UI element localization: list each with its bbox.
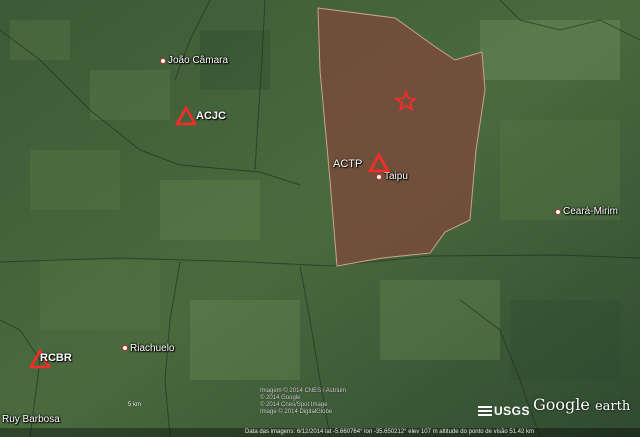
usgs-logo-text: USGS xyxy=(494,404,531,418)
google-earth-logo-word: Google xyxy=(533,395,590,414)
place-label-riachuelo[interactable]: Riachuelo xyxy=(130,343,174,354)
place-label-ceara-mirim[interactable]: Ceará-Mirim xyxy=(563,206,618,217)
station-triangle-icon[interactable] xyxy=(175,106,197,126)
town-marker-joao-camara[interactable] xyxy=(160,58,166,64)
credit-line: © 2014 Google xyxy=(260,395,301,401)
status-bar: Data das imagens: 6/12/2014 lat -5.66076… xyxy=(0,428,640,437)
status-bar-text: Data das imagens: 6/12/2014 lat -5.66076… xyxy=(245,429,534,435)
usgs-waves-icon xyxy=(478,406,492,416)
town-marker-ceara-mirim[interactable] xyxy=(555,209,561,215)
map-view[interactable]: João Câmara Taipu Ceará-Mirim Riachuelo … xyxy=(0,0,640,437)
google-earth-logo-word-earth: earth xyxy=(594,399,631,414)
station-triangle-icon[interactable] xyxy=(368,153,390,173)
station-label-actp[interactable]: ACTP xyxy=(333,158,362,170)
scale-label: 5 km xyxy=(128,402,142,408)
town-marker-taipu[interactable] xyxy=(376,174,382,180)
google-earth-logo: Google earth xyxy=(533,395,630,414)
satellite-imagery xyxy=(0,0,640,437)
imagery-credits: Imagem © 2014 CNES / Astrium © 2014 Goog… xyxy=(260,388,370,416)
place-label-joao-camara[interactable]: João Câmara xyxy=(168,55,228,66)
credit-line: Image © 2014 DigitalGlobe xyxy=(260,409,333,415)
credit-line: Imagem © 2014 CNES / Astrium xyxy=(260,388,347,394)
station-label-acjc[interactable]: ACJC xyxy=(196,110,226,122)
place-label-ruy-barbosa[interactable]: Ruy Barbosa xyxy=(2,414,60,425)
station-label-rcbr[interactable]: RCBR xyxy=(40,352,72,364)
usgs-logo: USGS xyxy=(478,404,530,418)
town-marker-riachuelo[interactable] xyxy=(122,345,128,351)
credit-line: © 2014 Cnes/Spot Image xyxy=(260,402,328,408)
